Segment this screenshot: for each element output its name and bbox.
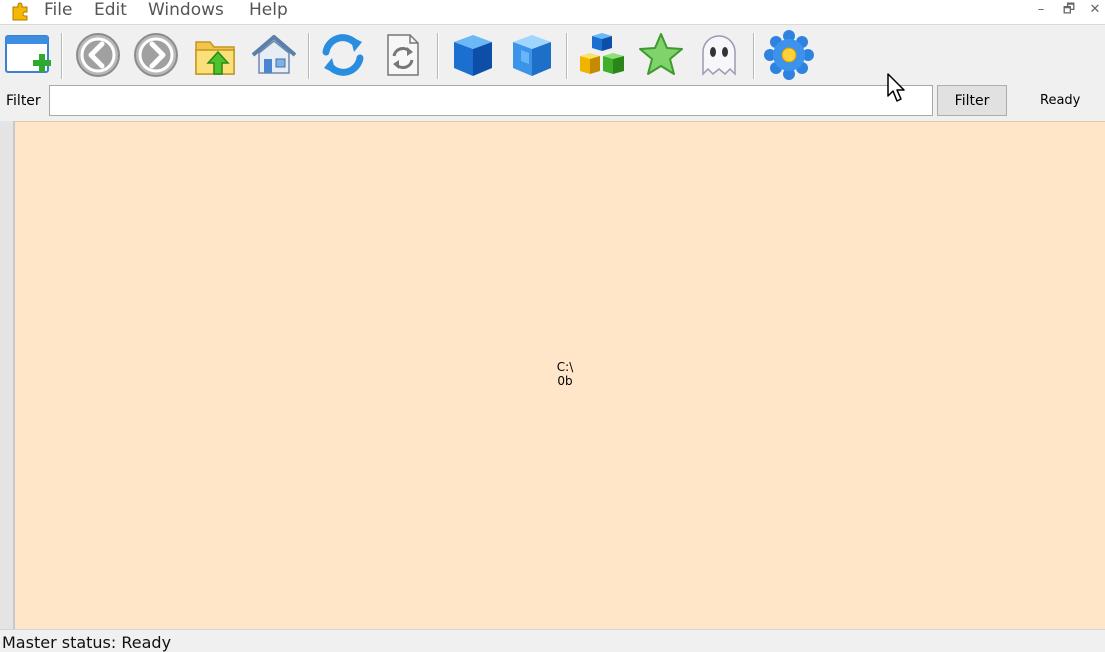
folder-up-button[interactable] bbox=[190, 30, 240, 80]
toolbar-separator bbox=[308, 33, 309, 79]
filter-label: Filter bbox=[6, 93, 41, 109]
new-window-button[interactable] bbox=[3, 30, 53, 80]
status-bar: Master status: Ready bbox=[0, 629, 1105, 652]
filter-input[interactable] bbox=[49, 85, 933, 116]
close-icon[interactable]: ✕ bbox=[1084, 0, 1105, 22]
star-button[interactable] bbox=[636, 30, 686, 80]
app-puzzle-icon bbox=[12, 2, 28, 21]
blue-cube-light-button[interactable] bbox=[507, 30, 557, 80]
menu-edit[interactable]: Edit bbox=[94, 0, 127, 22]
blue-cube-icon bbox=[454, 35, 492, 76]
mouse-cursor-icon bbox=[887, 73, 905, 102]
blue-cube-button[interactable] bbox=[448, 30, 498, 80]
home-icon bbox=[251, 35, 297, 74]
drive-node[interactable]: C:\ 0b bbox=[545, 360, 585, 388]
settings-button[interactable] bbox=[764, 30, 814, 80]
back-icon bbox=[76, 33, 120, 77]
menu-file[interactable]: File bbox=[44, 0, 72, 22]
blocks-button[interactable] bbox=[577, 30, 627, 80]
refresh-icon bbox=[322, 34, 364, 76]
blocks-icon bbox=[580, 33, 624, 74]
master-status: Master status: Ready bbox=[2, 633, 172, 652]
blue-cube-light-icon bbox=[513, 35, 551, 76]
ghost-icon bbox=[702, 35, 736, 76]
drive-size: 0b bbox=[557, 374, 573, 388]
filter-button[interactable]: Filter bbox=[937, 85, 1007, 116]
filter-bar: Filter Filter Ready bbox=[0, 84, 1105, 120]
ghost-button[interactable] bbox=[694, 30, 744, 80]
minimize-icon[interactable]: – bbox=[1030, 0, 1052, 22]
toolbar bbox=[0, 25, 1105, 85]
drive-path: C:\ bbox=[556, 360, 574, 374]
star-icon bbox=[639, 33, 683, 75]
back-button[interactable] bbox=[73, 30, 123, 80]
refresh-document-icon bbox=[387, 34, 419, 76]
forward-button[interactable] bbox=[131, 30, 181, 80]
toolbar-separator bbox=[437, 33, 438, 79]
restore-icon[interactable]: 🗗 bbox=[1058, 0, 1080, 22]
gear-flower-icon bbox=[764, 30, 814, 80]
toolbar-separator bbox=[566, 33, 567, 79]
folder-up-icon bbox=[195, 41, 235, 75]
toolbar-separator bbox=[61, 33, 62, 79]
home-button[interactable] bbox=[249, 30, 299, 80]
main-panel[interactable]: C:\ 0b bbox=[15, 121, 1105, 630]
status-text: Ready bbox=[1040, 93, 1081, 108]
left-splitter[interactable] bbox=[0, 121, 15, 629]
menu-bar: File Edit Windows Help – 🗗 ✕ bbox=[0, 0, 1105, 25]
refresh-button[interactable] bbox=[318, 30, 368, 80]
new-window-icon bbox=[5, 35, 51, 73]
forward-icon bbox=[134, 33, 178, 77]
toolbar-separator bbox=[753, 33, 754, 79]
menu-help[interactable]: Help bbox=[249, 0, 288, 22]
refresh-document-button[interactable] bbox=[378, 30, 428, 80]
menu-windows[interactable]: Windows bbox=[148, 0, 224, 22]
